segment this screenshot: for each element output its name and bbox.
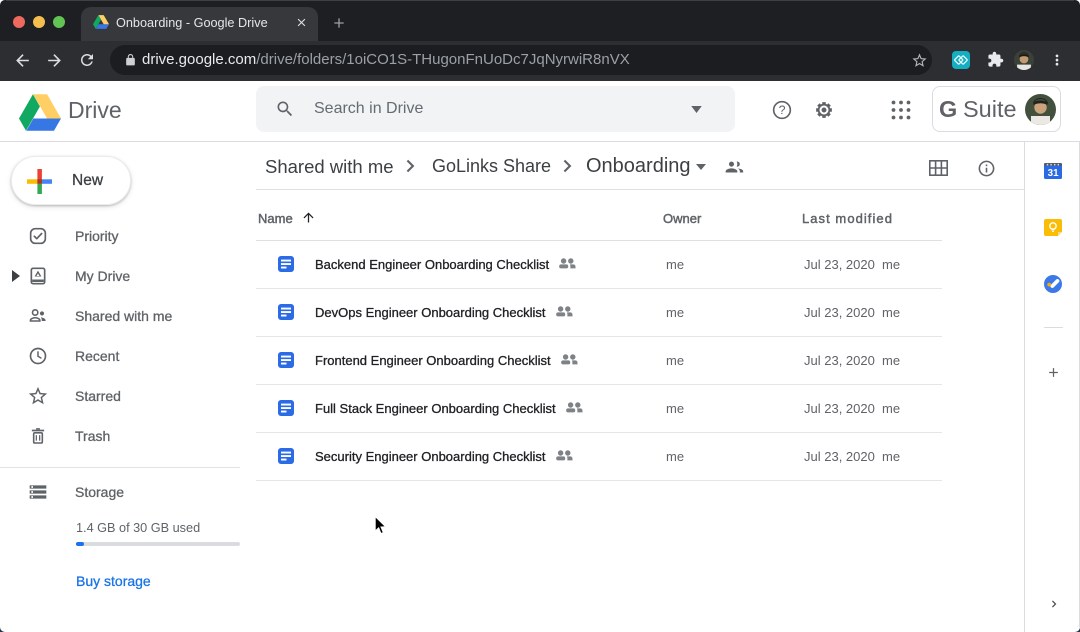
svg-text:31: 31	[1048, 168, 1059, 179]
svg-text:?: ?	[779, 103, 786, 117]
